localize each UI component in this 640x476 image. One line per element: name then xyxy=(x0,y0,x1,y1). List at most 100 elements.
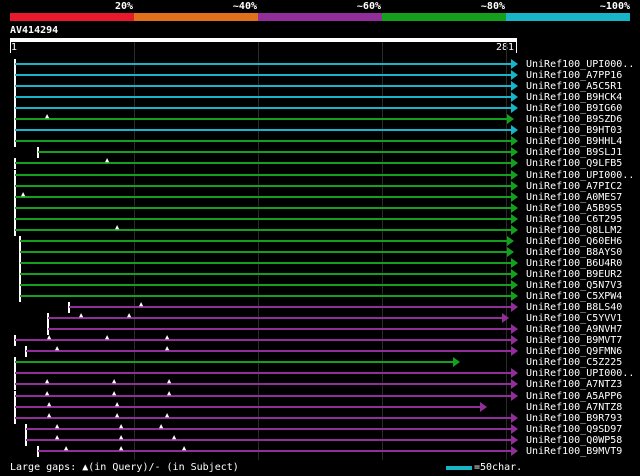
hit-label[interactable]: UniRef100_Q8LLM2 xyxy=(526,225,622,236)
hit-label[interactable]: UniRef100_B9IG60 xyxy=(526,103,622,114)
hit-label[interactable]: UniRef100_UPI000.. xyxy=(526,59,634,70)
hit-bar[interactable] xyxy=(15,383,511,386)
hit-bar[interactable] xyxy=(15,129,511,132)
hit-bar[interactable] xyxy=(15,63,511,65)
hit-bar[interactable] xyxy=(38,449,511,452)
hit-bar[interactable] xyxy=(20,272,511,275)
hit-row[interactable]: ▲ ▲ UniRef100_Q9FMN6 xyxy=(0,345,640,358)
hit-label[interactable]: UniRef100_B9EUR2 xyxy=(526,269,622,280)
hit-label[interactable]: UniRef100_A7NTZ3 xyxy=(526,379,622,390)
hit-bar[interactable] xyxy=(26,438,511,441)
hit-bar[interactable] xyxy=(15,74,511,77)
hit-label[interactable]: UniRef100_UPI000.. xyxy=(526,170,634,181)
hit-row[interactable]: ▲ ▲ UniRef100_C5YVV1 xyxy=(0,312,640,325)
hit-label[interactable]: UniRef100_A7PIC2 xyxy=(526,181,622,192)
hit-bar[interactable] xyxy=(69,306,511,309)
hit-label[interactable]: UniRef100_B9MVT7 xyxy=(526,335,622,346)
hit-label[interactable]: UniRef100_Q9FMN6 xyxy=(526,346,622,357)
hit-row[interactable]: UniRef100_A5B9S5 xyxy=(0,202,640,214)
hit-label[interactable]: UniRef100_Q5N7V3 xyxy=(526,280,622,291)
hit-bar[interactable] xyxy=(48,328,511,331)
hit-bar[interactable] xyxy=(15,184,511,187)
hit-row[interactable]: UniRef100_A7PP16 xyxy=(0,70,640,82)
hit-label[interactable]: UniRef100_B9SZD6 xyxy=(526,114,622,125)
hit-row[interactable]: UniRef100_B9HT03 xyxy=(0,125,640,137)
hit-bar[interactable] xyxy=(26,350,511,353)
hit-row[interactable]: UniRef100_B9EUR2 xyxy=(0,268,640,280)
hit-row[interactable]: UniRef100_A5C5R1 xyxy=(0,81,640,93)
hit-bar[interactable] xyxy=(15,118,507,121)
hit-bar[interactable] xyxy=(20,295,511,298)
hit-row[interactable]: ▲ ▲ ▲ UniRef100_B9R793 xyxy=(0,411,640,424)
hit-bar[interactable] xyxy=(15,140,511,143)
hit-row[interactable]: UniRef100_B8AYS0 xyxy=(0,246,640,258)
hit-label[interactable]: UniRef100_A5APP6 xyxy=(526,391,622,402)
hit-bar[interactable] xyxy=(15,372,511,375)
hit-bar[interactable] xyxy=(20,261,511,264)
hit-bar[interactable] xyxy=(15,206,511,209)
hit-row[interactable]: ▲ ▲ ▲ UniRef100_A7NTZ3 xyxy=(0,378,640,391)
hit-row[interactable]: ▲ ▲ ▲ UniRef100_Q0WP58 xyxy=(0,433,640,446)
hit-row[interactable]: UniRef100_B9IG60 xyxy=(0,103,640,115)
hit-bar[interactable] xyxy=(48,317,502,320)
hit-label[interactable]: UniRef100_A5C5R1 xyxy=(526,81,622,92)
hit-row[interactable]: UniRef100_C6T295 xyxy=(0,213,640,225)
hit-row[interactable]: UniRef100_C5XPW4 xyxy=(0,291,640,303)
hit-label[interactable]: UniRef100_B9MVT9 xyxy=(526,446,622,457)
hit-row[interactable]: ▲ UniRef100_Q9LFB5 xyxy=(0,157,640,170)
hit-label[interactable]: UniRef100_C6T295 xyxy=(526,214,622,225)
hit-row[interactable]: UniRef100_A9NVH7 xyxy=(0,324,640,336)
hit-label[interactable]: UniRef100_B8AYS0 xyxy=(526,247,622,258)
hit-label[interactable]: UniRef100_B9HHL4 xyxy=(526,136,622,147)
hit-label[interactable]: UniRef100_Q60EH6 xyxy=(526,236,622,247)
hit-row[interactable]: UniRef100_UPI000.. xyxy=(0,59,640,70)
hit-bar[interactable] xyxy=(15,162,511,165)
hit-bar[interactable] xyxy=(15,405,480,408)
hit-row[interactable]: UniRef100_A7PIC2 xyxy=(0,180,640,192)
hit-row[interactable]: UniRef100_B9HCK4 xyxy=(0,92,640,104)
hit-label[interactable]: UniRef100_A9NVH7 xyxy=(526,324,622,335)
hit-row[interactable]: ▲ ▲ ▲ UniRef100_A5APP6 xyxy=(0,389,640,402)
hit-label[interactable]: UniRef100_Q9LFB5 xyxy=(526,158,622,169)
hit-label[interactable]: UniRef100_C5YVV1 xyxy=(526,313,622,324)
hit-row[interactable]: ▲ ▲ UniRef100_A7NTZ8 xyxy=(0,400,640,413)
hit-bar[interactable] xyxy=(20,250,507,253)
hit-label[interactable]: UniRef100_C5Z225 xyxy=(526,357,622,368)
hit-row[interactable]: UniRef100_UPI000.. xyxy=(0,169,640,181)
hit-bar[interactable] xyxy=(15,107,511,110)
hit-label[interactable]: UniRef100_UPI000.. xyxy=(526,368,634,379)
hit-label[interactable]: UniRef100_A5B9S5 xyxy=(526,203,622,214)
hit-row[interactable]: ▲ UniRef100_B8LS40 xyxy=(0,301,640,314)
hit-row[interactable]: ▲ UniRef100_Q8LLM2 xyxy=(0,223,640,236)
hit-label[interactable]: UniRef100_B6U4R0 xyxy=(526,258,622,269)
hit-label[interactable]: UniRef100_B8LS40 xyxy=(526,302,622,313)
hit-label[interactable]: UniRef100_C5XPW4 xyxy=(526,291,622,302)
hit-bar[interactable] xyxy=(15,96,511,99)
hit-bar[interactable] xyxy=(15,85,511,88)
hit-bar[interactable] xyxy=(15,394,511,397)
hit-bar[interactable] xyxy=(15,217,511,220)
hit-bar[interactable] xyxy=(15,195,511,198)
hit-label[interactable]: UniRef100_A7PP16 xyxy=(526,70,622,81)
hit-row[interactable]: UniRef100_UPI000.. xyxy=(0,368,640,380)
hit-bar[interactable] xyxy=(20,239,507,242)
hit-bar[interactable] xyxy=(20,284,511,286)
hit-row[interactable]: UniRef100_Q5N7V3 xyxy=(0,280,640,291)
hit-row[interactable]: ▲ ▲ ▲ UniRef100_B9MVT7 xyxy=(0,334,640,347)
hit-label[interactable]: UniRef100_B9R793 xyxy=(526,413,622,424)
hit-row[interactable]: UniRef100_B9HHL4 xyxy=(0,136,640,148)
hit-label[interactable]: UniRef100_A0MES7 xyxy=(526,192,622,203)
hit-bar[interactable] xyxy=(26,427,511,430)
hit-row[interactable]: UniRef100_B6U4R0 xyxy=(0,257,640,269)
hit-row[interactable]: UniRef100_Q60EH6 xyxy=(0,235,640,247)
hit-label[interactable]: UniRef100_Q9SD97 xyxy=(526,424,622,435)
hit-bar[interactable] xyxy=(15,228,511,231)
hit-row[interactable]: UniRef100_B9SLJ1 xyxy=(0,147,640,159)
hit-bar[interactable] xyxy=(15,173,511,176)
hit-bar[interactable] xyxy=(15,416,511,419)
hit-label[interactable]: UniRef100_B9HT03 xyxy=(526,125,622,136)
hit-label[interactable]: UniRef100_B9SLJ1 xyxy=(526,147,622,158)
hit-row[interactable]: ▲ UniRef100_A0MES7 xyxy=(0,190,640,203)
hit-bar[interactable] xyxy=(15,339,511,342)
hit-label[interactable]: UniRef100_B9HCK4 xyxy=(526,92,622,103)
